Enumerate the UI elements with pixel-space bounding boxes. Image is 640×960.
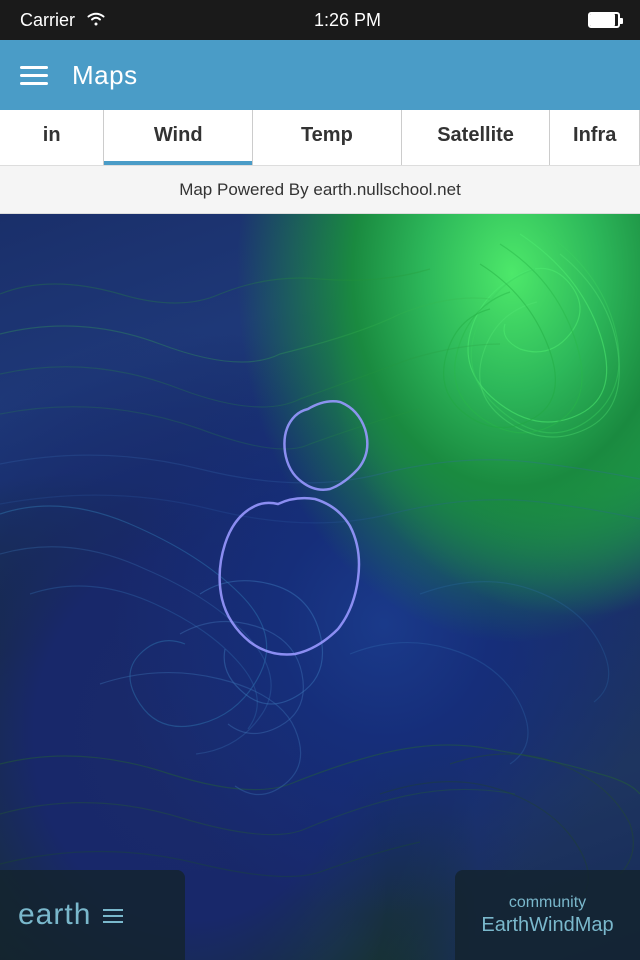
- wifi-icon: [85, 10, 107, 31]
- community-overlay[interactable]: community EarthWindMap: [455, 870, 640, 960]
- wind-map: earth community EarthWindMap: [0, 214, 640, 960]
- tab-bar: in Wind Temp Satellite Infra: [0, 110, 640, 166]
- page-title: Maps: [72, 60, 138, 91]
- battery-icon: [588, 12, 620, 28]
- time-label: 1:26 PM: [314, 10, 381, 31]
- tab-temp[interactable]: Temp: [253, 110, 402, 165]
- tab-wind[interactable]: Wind: [104, 110, 253, 165]
- map-container[interactable]: earth community EarthWindMap: [0, 214, 640, 960]
- earth-label: earth: [18, 898, 91, 932]
- tab-infra[interactable]: Infra: [550, 110, 640, 165]
- tab-rain[interactable]: in: [0, 110, 104, 165]
- tab-satellite[interactable]: Satellite: [402, 110, 551, 165]
- status-bar: Carrier 1:26 PM: [0, 0, 640, 40]
- earth-overlay[interactable]: earth: [0, 870, 185, 960]
- status-left: Carrier: [20, 10, 107, 31]
- app-header: Maps: [0, 40, 640, 110]
- attribution-text: Map Powered By earth.nullschool.net: [179, 180, 461, 200]
- wind-lines-overlay: [0, 214, 640, 960]
- menu-button[interactable]: [20, 66, 48, 85]
- attribution-bar: Map Powered By earth.nullschool.net: [0, 166, 640, 214]
- earth-menu-icon[interactable]: [103, 909, 123, 923]
- carrier-label: Carrier: [20, 10, 75, 31]
- community-label: community: [509, 894, 586, 912]
- earthwindmap-label: EarthWindMap: [481, 914, 613, 937]
